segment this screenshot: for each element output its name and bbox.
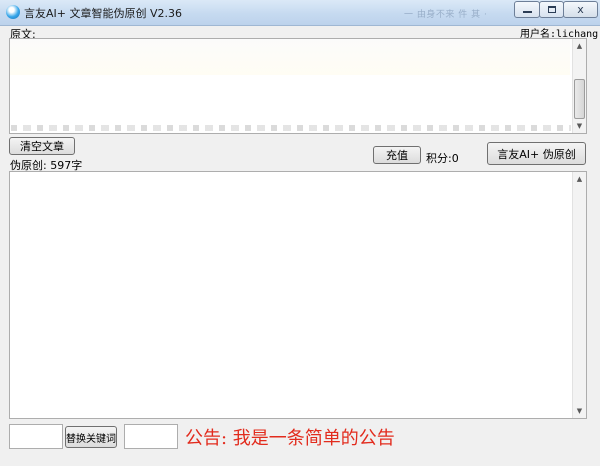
output-scrollbar[interactable]: ▲ ▼ [572, 172, 586, 418]
app-icon [6, 5, 20, 19]
original-text-area[interactable]: ▲ ▼ [9, 38, 587, 134]
original-text-placeholder-band [10, 39, 570, 75]
clear-article-button[interactable]: 清空文章 [9, 137, 75, 155]
arrow-up-icon[interactable]: ▲ [573, 39, 586, 53]
maximize-button[interactable] [539, 1, 564, 18]
original-text-residue [11, 125, 571, 131]
keyword-input-target[interactable] [124, 424, 178, 449]
close-icon: x [577, 3, 584, 16]
original-scrollbar[interactable]: ▲ ▼ [572, 39, 586, 133]
title-bar[interactable]: 言友AI+ 文章智能伪原创 V2.36 一 由身不来 件 其 · x [0, 0, 600, 26]
announcement-text: 公告: 我是一条简单的公告 [185, 428, 395, 449]
output-text-area[interactable]: ▲ ▼ [9, 171, 587, 419]
points-label: 积分:0 [426, 152, 459, 165]
replace-keyword-button[interactable]: 替换关键词 [65, 426, 117, 448]
window-title: 言友AI+ 文章智能伪原创 V2.36 [24, 7, 182, 20]
recharge-button[interactable]: 充值 [373, 146, 421, 164]
maximize-icon [548, 6, 556, 13]
arrow-up-icon[interactable]: ▲ [573, 172, 586, 186]
arrow-down-icon[interactable]: ▼ [573, 119, 586, 133]
scroll-thumb[interactable] [574, 79, 585, 119]
minimize-button[interactable] [514, 1, 540, 18]
ai-rewrite-button[interactable]: 言友AI+ 伪原创 [487, 142, 586, 165]
minimize-icon [523, 11, 532, 13]
keyword-input-source[interactable] [9, 424, 63, 449]
arrow-down-icon[interactable]: ▼ [573, 404, 586, 418]
title-watermark: 一 由身不来 件 其 · [404, 10, 488, 20]
close-button[interactable]: x [563, 1, 598, 18]
